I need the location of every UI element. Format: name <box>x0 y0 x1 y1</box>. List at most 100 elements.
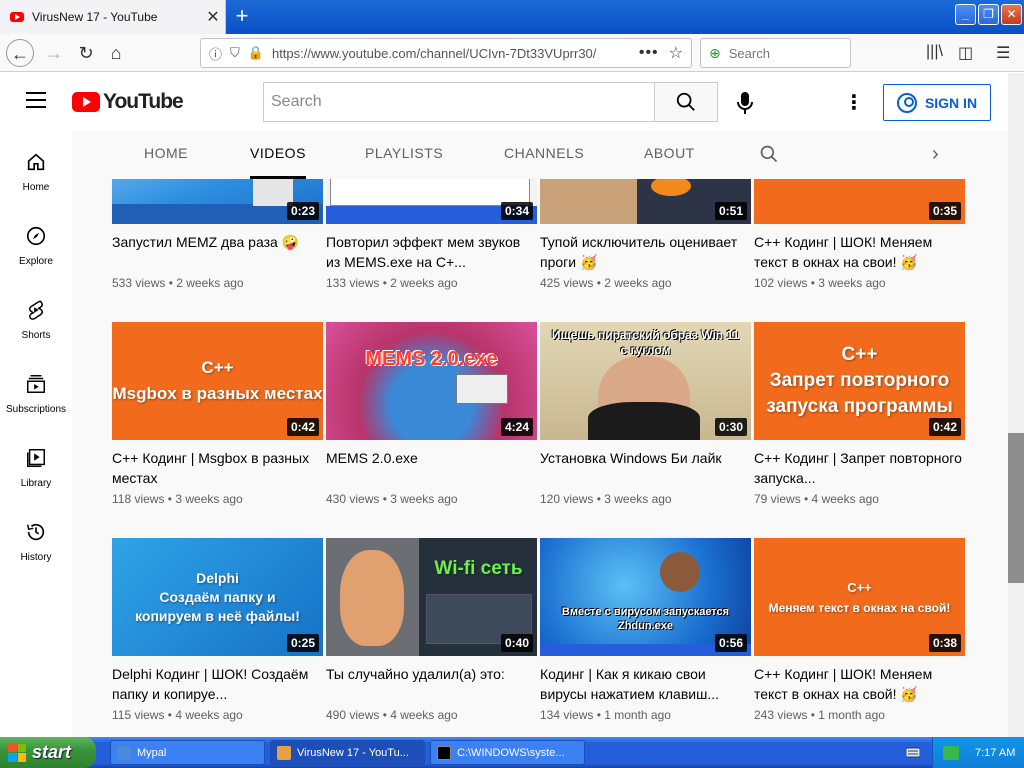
video-card[interactable]: Вместе с вирусом запускается Zhdun.exe 0… <box>540 538 751 722</box>
tab-about[interactable]: ABOUT <box>644 131 695 179</box>
reload-button[interactable]: ↻ <box>72 39 100 67</box>
video-card[interactable]: 0:51 Тупой исключитель оценивает проги 🥳… <box>540 179 751 290</box>
lock-icon[interactable]: 🔒 <box>248 45 264 61</box>
video-title[interactable]: Кодинг | Как я кикаю свои вирусы нажатие… <box>540 664 751 704</box>
video-title[interactable]: C++ Кодинг | Msgbox в разных местах <box>112 448 323 488</box>
taskbar-item-mypal[interactable]: Mypal <box>110 740 265 765</box>
window-restore-button[interactable]: ❐ <box>978 4 999 25</box>
hamburger-menu-icon[interactable] <box>26 92 46 108</box>
search-input[interactable]: Search <box>263 82 655 122</box>
browser-search-placeholder: Search <box>728 45 770 61</box>
thumbnail-text: запуска программы <box>766 396 953 417</box>
tab-playlists[interactable]: PLAYLISTS <box>365 131 443 179</box>
sidebar-toolbar-icon[interactable]: ◫ <box>958 43 973 63</box>
sidebar-item-shorts[interactable]: Shorts <box>0 279 72 353</box>
microphone-icon[interactable] <box>733 90 757 116</box>
video-meta: 79 views • 4 weeks ago <box>754 492 879 506</box>
network-icon[interactable] <box>943 745 959 760</box>
video-thumbnail[interactable]: C++ Запрет повторного запуска программы … <box>754 322 965 440</box>
subscriptions-icon <box>27 375 45 393</box>
video-title[interactable]: Delphi Кодинг | ШОК! Создаём папку и коп… <box>112 664 323 704</box>
video-card[interactable]: Wi-fi сеть 0:40 Ты случайно удалил(а) эт… <box>326 538 537 722</box>
video-card[interactable]: 0:23 Запустил MEMZ два раза 🤪 533 views … <box>112 179 323 290</box>
video-thumbnail[interactable]: 0:23 <box>112 179 323 224</box>
taskbar-item-label: C:\WINDOWS\syste... <box>457 746 565 759</box>
menu-icon[interactable]: ☰ <box>996 43 1010 63</box>
sign-in-button[interactable]: SIGN IN <box>883 84 991 121</box>
tabs-next-chevron-icon[interactable]: › <box>932 143 939 166</box>
taskbar-item-cmd[interactable]: C:\WINDOWS\syste... <box>430 740 585 765</box>
video-thumbnail[interactable]: Ищешь пиратский образ Win 11 с гуглом 0:… <box>540 322 751 440</box>
library-toolbar-icon[interactable]: |||\ <box>926 43 943 61</box>
url-text[interactable]: https://www.youtube.com/channel/UCIvn-7D… <box>272 46 639 61</box>
video-title[interactable]: Установка Windows Би лайк <box>540 448 751 488</box>
window-close-button[interactable]: ✕ <box>1001 4 1022 25</box>
sidebar-item-explore[interactable]: Explore <box>0 205 72 279</box>
video-thumbnail[interactable]: Wi-fi сеть 0:40 <box>326 538 537 656</box>
video-thumbnail[interactable]: 0:35 <box>754 179 965 224</box>
video-meta: 533 views • 2 weeks ago <box>112 276 244 290</box>
search-engine-icon[interactable]: ⊕ <box>709 45 721 62</box>
video-card[interactable]: Ищешь пиратский образ Win 11 с гуглом 0:… <box>540 322 751 506</box>
video-meta: 490 views • 4 weeks ago <box>326 708 458 722</box>
taskbar-item-browser[interactable]: VirusNew 17 - YouTu... <box>270 740 425 765</box>
channel-tabs: HOME VIDEOS PLAYLISTS CHANNELS ABOUT › <box>72 131 1008 179</box>
taskbar-item-label: VirusNew 17 - YouTu... <box>297 746 409 759</box>
page-actions-icon[interactable]: ••• <box>639 44 659 62</box>
video-title[interactable]: Повторил эффект мем звуков из MEMS.exe н… <box>326 232 537 272</box>
browser-search-box[interactable]: ⊕ Search <box>700 38 851 68</box>
tab-channels[interactable]: CHANNELS <box>504 131 584 179</box>
video-card[interactable]: C++ Меняем текст в окнах на свой! 0:38 C… <box>754 538 965 722</box>
video-card[interactable]: 0:34 Повторил эффект мем звуков из MEMS.… <box>326 179 537 290</box>
bookmark-star-icon[interactable]: ☆ <box>669 43 683 63</box>
video-title[interactable]: Ты случайно удалил(а) это: <box>326 664 537 704</box>
taskbar: start Mypal VirusNew 17 - YouTu... C:\WI… <box>0 737 1024 768</box>
video-card[interactable]: 0:35 C++ Кодинг | ШОК! Меняем текст в ок… <box>754 179 965 290</box>
video-thumbnail[interactable]: C++ Msgbox в разных местах 0:42 <box>112 322 323 440</box>
youtube-logo[interactable]: YouTube <box>72 90 184 114</box>
info-icon[interactable]: ⓘ <box>209 44 222 63</box>
page-scrollbar-thumb[interactable] <box>1008 433 1024 583</box>
window-minimize-button[interactable]: _ <box>955 4 976 25</box>
video-thumbnail[interactable]: 0:34 <box>326 179 537 224</box>
clock[interactable]: 7:17 AM <box>975 747 1015 759</box>
video-thumbnail[interactable]: 0:51 <box>540 179 751 224</box>
video-thumbnail[interactable]: C++ Меняем текст в окнах на свой! 0:38 <box>754 538 965 656</box>
forward-button[interactable]: → <box>40 39 68 67</box>
start-button[interactable]: start <box>0 737 96 768</box>
video-title[interactable]: C++ Кодинг | ШОК! Меняем текст в окнах н… <box>754 664 965 704</box>
video-card[interactable]: C++ Запрет повторного запуска программы … <box>754 322 965 506</box>
sidebar-item-history[interactable]: History <box>0 501 72 575</box>
video-thumbnail[interactable]: Вместе с вирусом запускается Zhdun.exe 0… <box>540 538 751 656</box>
sidebar-item-subscriptions[interactable]: Subscriptions <box>0 353 72 427</box>
video-thumbnail[interactable]: Delphi Создаём папку и копируем в неё фа… <box>112 538 323 656</box>
sidebar-item-home[interactable]: Home <box>0 131 72 205</box>
search-button[interactable] <box>654 82 718 122</box>
tab-close-icon[interactable]: ✕ <box>201 7 225 27</box>
back-button[interactable]: ← <box>6 39 34 67</box>
more-options-icon[interactable]: ⋮ <box>844 91 864 115</box>
home-button[interactable]: ⌂ <box>102 39 130 67</box>
tab-home[interactable]: HOME <box>144 131 188 179</box>
video-title[interactable]: C++ Кодинг | Запрет повторного запуска..… <box>754 448 965 488</box>
video-title[interactable]: C++ Кодинг | ШОК! Меняем текст в окнах н… <box>754 232 965 272</box>
browser-tab[interactable]: VirusNew 17 - YouTube ✕ <box>0 0 226 34</box>
video-thumbnail[interactable]: MEMS 2.0.exe 4:24 <box>326 322 537 440</box>
keyboard-layout-icon[interactable] <box>906 745 920 759</box>
page-scrollbar[interactable] <box>1008 73 1024 737</box>
url-bar[interactable]: ⓘ ⛉ 🔒 https://www.youtube.com/channel/UC… <box>200 38 692 68</box>
compass-icon <box>26 226 46 246</box>
video-title[interactable]: Запустил MEMZ два раза 🤪 <box>112 232 323 272</box>
tab-videos[interactable]: VIDEOS <box>250 131 306 179</box>
video-card[interactable]: C++ Msgbox в разных местах 0:42 C++ Коди… <box>112 322 323 506</box>
tracking-protection-icon[interactable]: ⛉ <box>230 45 240 61</box>
video-card[interactable]: Delphi Создаём папку и копируем в неё фа… <box>112 538 323 722</box>
sidebar-item-library[interactable]: Library <box>0 427 72 501</box>
tab-title: VirusNew 17 - YouTube <box>32 10 158 24</box>
video-title[interactable]: Тупой исключитель оценивает проги 🥳 <box>540 232 751 272</box>
new-tab-button[interactable]: + <box>230 4 254 28</box>
thumbnail-text: C++ <box>201 358 234 377</box>
channel-search-icon[interactable] <box>759 144 779 164</box>
video-card[interactable]: MEMS 2.0.exe 4:24 MEMS 2.0.exe 430 views… <box>326 322 537 506</box>
video-title[interactable]: MEMS 2.0.exe <box>326 448 537 488</box>
